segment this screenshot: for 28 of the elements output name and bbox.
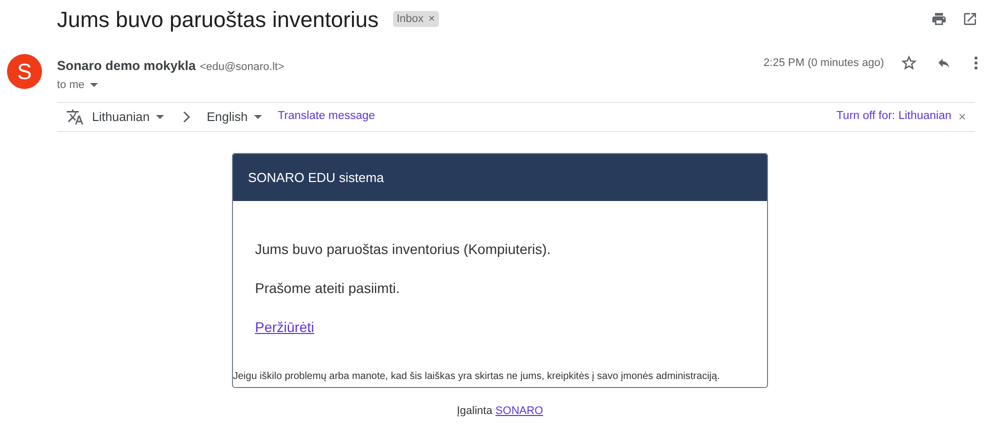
translate-icon <box>66 108 84 126</box>
sender-email: <edu@sonaro.lt> <box>200 60 284 75</box>
sonaro-link[interactable]: SONARO <box>495 405 544 417</box>
sender-name: Sonaro demo mokykla <box>57 57 196 75</box>
turn-off-translation-link[interactable]: Turn off for: Lithuanian <box>836 108 952 126</box>
open-in-new-window-icon[interactable] <box>962 11 978 27</box>
email-time: 2:25 PM (0 minutes ago) <box>764 56 884 71</box>
body-paragraph: Jums buvo paruoštas inventorius (Kompiuteris). <box>255 240 551 259</box>
sender-avatar: S <box>7 54 42 89</box>
star-icon[interactable] <box>901 55 917 71</box>
body-paragraph: Prašome ateiti pasiimti. <box>255 279 400 298</box>
caret-icon <box>156 115 164 119</box>
powered-by-text: Įgalinta SONARO <box>456 404 544 419</box>
card-header-title: SONARO EDU sistema <box>248 168 384 187</box>
view-link[interactable]: Peržiūrėti <box>255 317 314 338</box>
email-subject: Jums buvo paruoštas inventorius <box>57 6 379 34</box>
translate-message-link[interactable]: Translate message <box>278 108 376 126</box>
target-language-dropdown[interactable]: English <box>206 108 262 126</box>
more-options-icon[interactable] <box>974 56 978 70</box>
card-footer-text: Jeigu iškilo problemų arba manote, kad šis laiškas yra skirtas ne jums, kreipkitės į savo įmonės administraciją. <box>233 370 721 384</box>
caret-icon <box>254 115 262 119</box>
chevron-right-icon <box>182 111 191 123</box>
source-language-dropdown[interactable]: Lithuanian <box>92 108 164 126</box>
inbox-label[interactable]: Inbox × <box>392 11 439 27</box>
recipient-text: to me <box>57 78 85 92</box>
print-icon[interactable] <box>931 11 947 27</box>
caret-icon[interactable] <box>90 82 98 87</box>
close-translation-button[interactable]: × <box>958 107 966 127</box>
